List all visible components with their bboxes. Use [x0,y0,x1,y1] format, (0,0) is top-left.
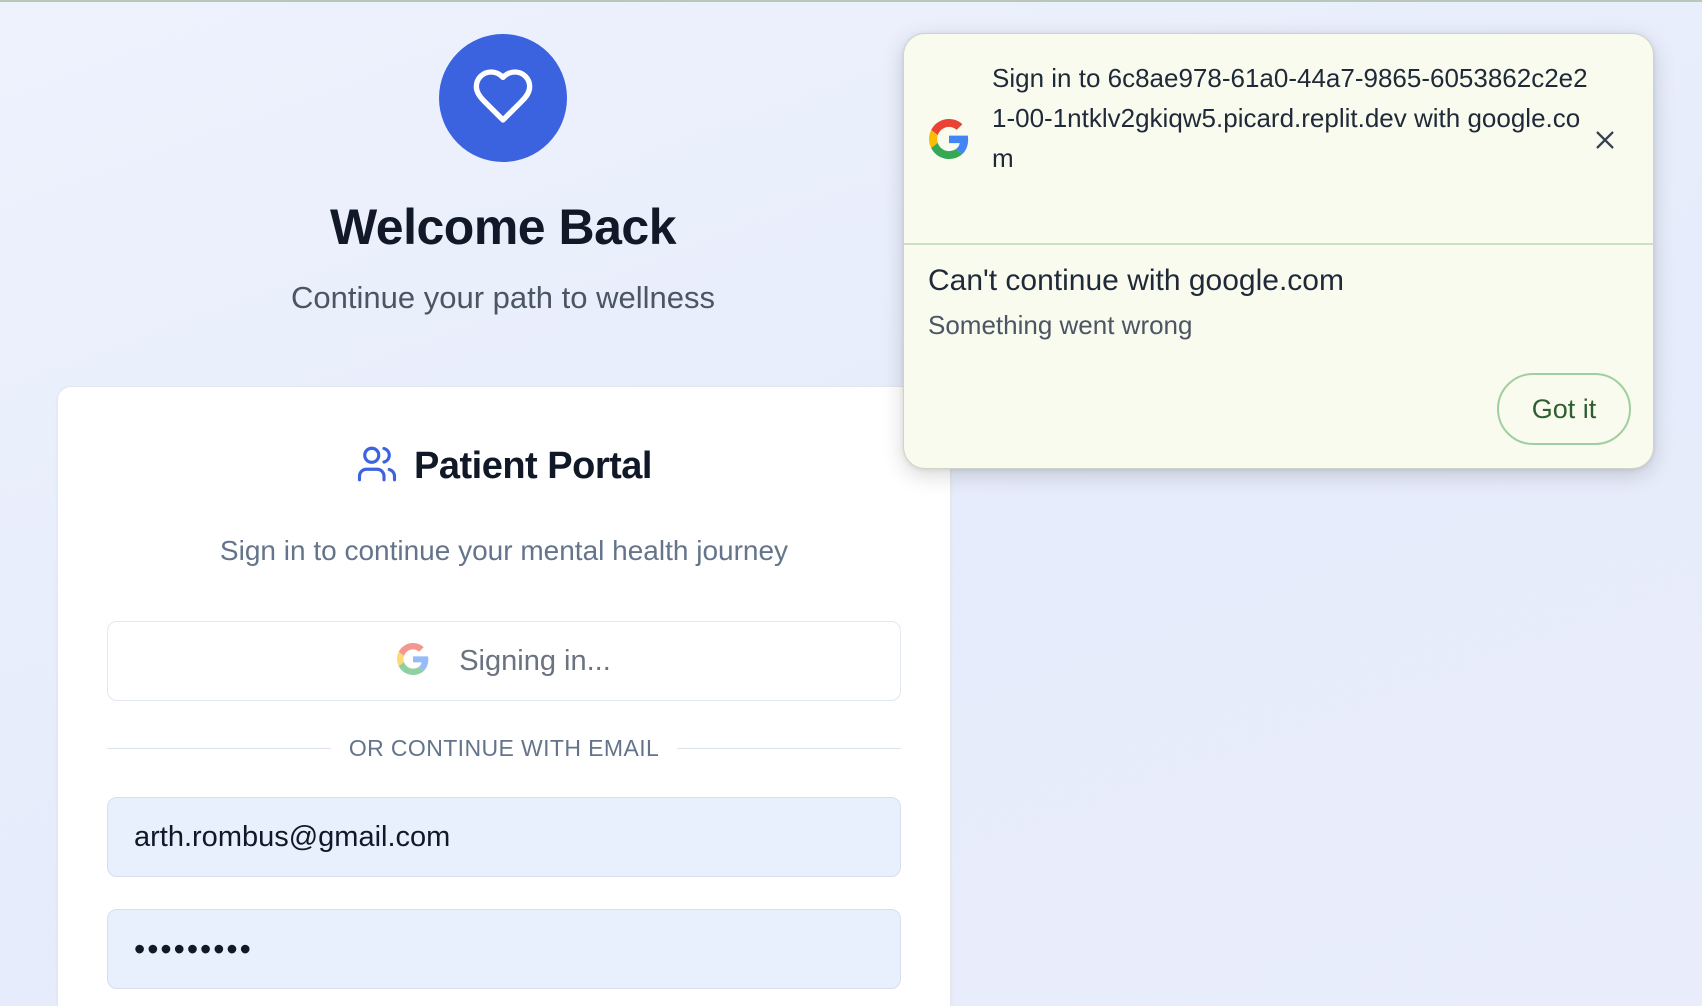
popup-separator [904,243,1653,245]
page-title: Welcome Back [329,199,677,255]
password-field[interactable] [107,909,901,989]
close-icon[interactable] [1589,124,1621,156]
google-icon [397,642,429,680]
app-logo [439,34,567,162]
popup-error-title: Can't continue with google.com [928,264,1344,297]
heart-icon [471,64,535,133]
page-subtitle: Continue your path to wellness [291,280,715,315]
card-header: Patient Portal [58,443,950,490]
google-signin-button[interactable]: Signing in... [107,621,901,701]
card-title: Patient Portal [414,445,652,487]
divider-line [677,748,901,749]
popup-error-subtitle: Something went wrong [928,310,1193,340]
email-field[interactable] [107,797,901,877]
google-signin-popup: Sign in to 6c8ae978-61a0-44a7-9865-60538… [903,33,1654,469]
users-icon [356,443,398,490]
or-divider: OR CONTINUE WITH EMAIL [107,735,901,762]
divider-text: OR CONTINUE WITH EMAIL [348,735,660,761]
got-it-button[interactable]: Got it [1497,373,1631,445]
login-card: Patient Portal Sign in to continue your … [57,386,951,1006]
card-description: Sign in to continue your mental health j… [219,535,789,566]
divider-line [107,748,331,749]
google-button-label: Signing in... [459,644,611,677]
google-icon [929,119,969,164]
window-top-border [0,0,1702,2]
popup-signin-text: Sign in to 6c8ae978-61a0-44a7-9865-60538… [992,63,1588,173]
